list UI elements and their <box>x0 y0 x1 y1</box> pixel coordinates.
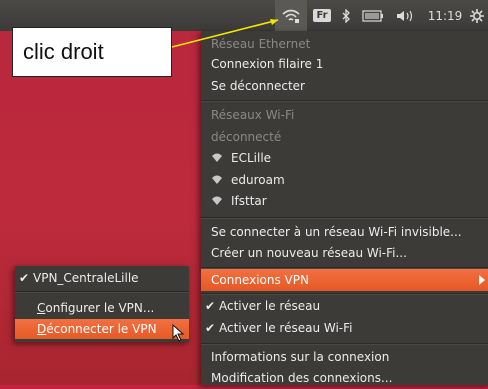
menu-separator <box>201 343 488 345</box>
wifi-network-label: eduroam <box>231 173 285 187</box>
menu-separator <box>15 291 189 293</box>
disconnect-vpn-label: éconnecter le VPN <box>46 322 157 336</box>
create-wifi-item[interactable]: Créer un nouveau réseau Wi-Fi... <box>201 242 488 264</box>
disconnect-item[interactable]: Se déconnecter <box>201 75 488 97</box>
configure-vpn-label: onfigurer le VPN... <box>45 301 155 315</box>
clock[interactable]: 11:19 <box>425 0 465 31</box>
ethernet-connection-item[interactable]: Connexion filaire 1 <box>201 53 488 75</box>
bluetooth-indicator[interactable] <box>337 0 355 31</box>
wifi-icon <box>211 190 225 212</box>
keyboard-layout-indicator[interactable]: Fr <box>311 0 333 31</box>
wifi-network-label: ECLille <box>231 151 272 165</box>
session-indicator[interactable] <box>467 0 487 31</box>
vpn-connections-label: Connexions VPN <box>211 273 309 287</box>
annotation-text: clic droit <box>23 39 104 64</box>
network-indicator[interactable] <box>275 0 307 31</box>
menu-separator <box>201 217 488 219</box>
network-menu: Réseau Ethernet Connexion filaire 1 Se d… <box>201 31 488 385</box>
enable-wifi-label: Activer le réseau Wi-Fi <box>219 321 353 335</box>
network-icon <box>282 9 300 23</box>
checkmark-icon: ✔ <box>204 299 216 313</box>
enable-wifi-toggle[interactable]: ✔ Activer le réseau Wi-Fi <box>201 317 488 339</box>
ethernet-header: Réseau Ethernet <box>211 37 311 51</box>
chevron-right-icon <box>479 269 485 292</box>
keyboard-layout-label: Fr <box>313 9 331 22</box>
vpn-connections-item[interactable]: Connexions VPN <box>201 269 488 291</box>
wifi-network-item[interactable]: Ifsttar <box>201 190 488 212</box>
mnemonic-letter: D <box>37 322 47 336</box>
checkmark-icon: ✔ <box>19 271 30 285</box>
vpn-connection-label: VPN_CentraleLille <box>33 271 139 285</box>
disconnect-vpn-item[interactable]: Déconnecter le VPN <box>15 319 189 339</box>
menu-separator <box>201 100 488 102</box>
volume-icon <box>397 10 413 21</box>
edit-connections-item[interactable]: Modification des connexions... <box>201 367 488 389</box>
sound-indicator[interactable] <box>393 0 419 31</box>
connect-hidden-wifi-item[interactable]: Se connecter à un réseau Wi-Fi invisible… <box>201 221 488 243</box>
wifi-icon <box>211 169 225 191</box>
configure-vpn-item[interactable]: Configurer le VPN... <box>15 298 189 318</box>
wifi-network-label: Ifsttar <box>231 194 267 208</box>
enable-network-label: Activer le réseau <box>219 299 321 313</box>
battery-icon <box>362 9 383 22</box>
wifi-icon <box>211 147 225 169</box>
vpn-connection-item[interactable]: ✔ VPN_CentraleLille <box>15 268 189 288</box>
gear-icon <box>470 8 484 23</box>
battery-indicator[interactable] <box>361 0 385 31</box>
bluetooth-icon <box>342 8 350 23</box>
annotation-callout: clic droit <box>12 27 172 77</box>
mouse-pointer-icon <box>172 324 185 342</box>
checkmark-icon: ✔ <box>204 321 216 335</box>
vpn-submenu: ✔ VPN_CentraleLille Configurer le VPN... … <box>15 266 189 342</box>
enable-network-toggle[interactable]: ✔ Activer le réseau <box>201 295 488 317</box>
connection-info-item[interactable]: Informations sur la connexion <box>201 346 488 368</box>
wifi-status: déconnecté <box>211 130 282 144</box>
wifi-header: Réseaux Wi-Fi <box>211 108 295 122</box>
wifi-network-item[interactable]: eduroam <box>201 169 488 191</box>
wifi-network-item[interactable]: ECLille <box>201 147 488 169</box>
